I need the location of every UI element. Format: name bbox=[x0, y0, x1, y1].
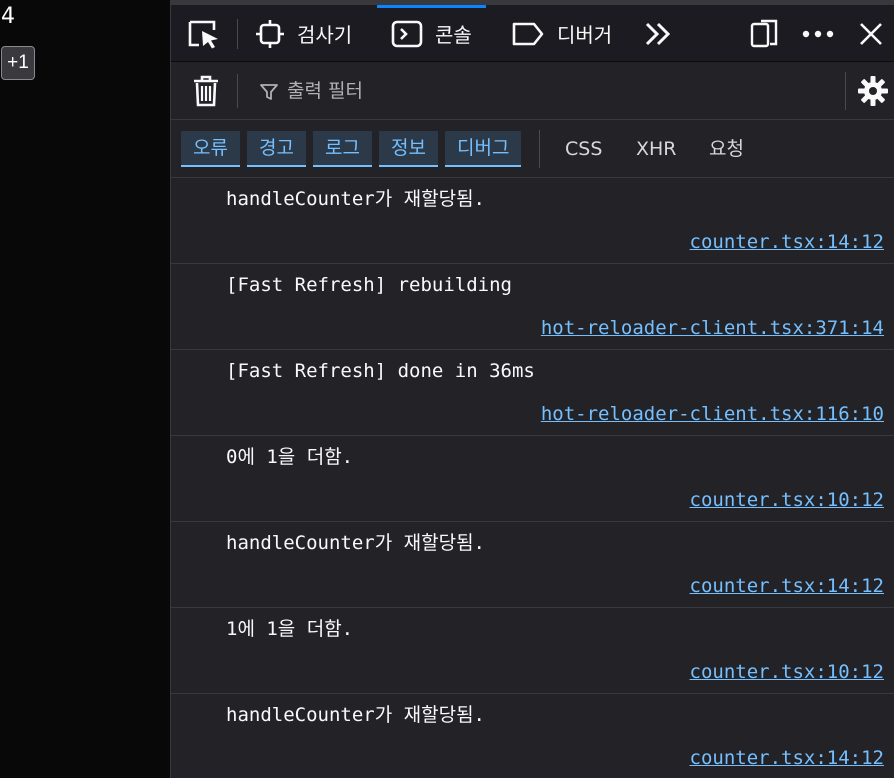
toolbar-separator bbox=[237, 19, 238, 49]
devtools-panel: 검사기 콘솔 디버거 출력 필터 오류 경고 로그 정보 디버그 CSS XHR… bbox=[170, 0, 894, 778]
log-source-link[interactable]: hot-reloader-client.tsx:371:14 bbox=[541, 315, 884, 341]
log-level-bar: 오류 경고 로그 정보 디버그 CSS XHR 요청 bbox=[171, 120, 894, 178]
filter-debug-button[interactable]: 디버그 bbox=[445, 131, 522, 167]
increment-button[interactable]: +1 bbox=[1, 46, 35, 80]
chevron-double-right-icon bbox=[645, 22, 671, 45]
log-message: handleCounter가 재할당됨. bbox=[226, 532, 485, 554]
console-output[interactable]: handleCounter가 재할당됨. counter.tsx:14:12 [… bbox=[171, 178, 894, 778]
counter-value: 4 bbox=[1, 4, 15, 29]
log-message: 0에 1을 더함. bbox=[226, 446, 354, 468]
clear-console-button[interactable] bbox=[191, 74, 221, 108]
filter-errors-button[interactable]: 오류 bbox=[181, 131, 240, 167]
log-row: [Fast Refresh] done in 36ms hot-reloader… bbox=[171, 350, 894, 436]
element-picker-icon bbox=[188, 20, 218, 48]
log-row: 1에 1을 더함. counter.tsx:10:12 bbox=[171, 608, 894, 694]
close-devtools-button[interactable] bbox=[859, 5, 883, 62]
ellipsis-icon bbox=[802, 30, 834, 37]
console-icon bbox=[391, 20, 423, 47]
inspector-icon bbox=[256, 19, 284, 48]
tab-debugger-label: 디버거 bbox=[557, 23, 613, 47]
filter-output-input[interactable] bbox=[253, 74, 813, 108]
log-message: handleCounter가 재할당됨. bbox=[226, 188, 485, 210]
responsive-design-icon bbox=[750, 19, 778, 47]
filter-css-button[interactable]: CSS bbox=[555, 131, 612, 167]
filter-requests-button[interactable]: 요청 bbox=[699, 131, 754, 167]
devtools-toolbar: 검사기 콘솔 디버거 bbox=[171, 0, 894, 62]
responsive-design-button[interactable] bbox=[749, 5, 781, 62]
tab-console[interactable]: 콘솔 bbox=[377, 5, 486, 62]
console-settings-button[interactable] bbox=[857, 75, 889, 107]
element-picker-button[interactable] bbox=[187, 5, 221, 62]
console-filter-bar bbox=[171, 62, 894, 120]
log-row: 0에 1을 더함. counter.tsx:10:12 bbox=[171, 436, 894, 522]
log-source-link[interactable]: hot-reloader-client.tsx:116:10 bbox=[541, 401, 884, 427]
debugger-icon bbox=[512, 22, 544, 45]
filter-logs-button[interactable]: 로그 bbox=[313, 131, 372, 167]
gear-icon bbox=[858, 76, 888, 106]
log-message: [Fast Refresh] done in 36ms bbox=[226, 360, 535, 382]
log-source-link[interactable]: counter.tsx:10:12 bbox=[690, 487, 884, 513]
filter-xhr-button[interactable]: XHR bbox=[626, 131, 687, 167]
tab-console-label: 콘솔 bbox=[435, 23, 472, 47]
filter-warnings-button[interactable]: 경고 bbox=[247, 131, 306, 167]
log-row: handleCounter가 재할당됨. counter.tsx:14:12 bbox=[171, 178, 894, 264]
log-source-link[interactable]: counter.tsx:14:12 bbox=[690, 229, 884, 255]
filter-info-button[interactable]: 정보 bbox=[379, 131, 438, 167]
page-panel: 4 +1 bbox=[0, 0, 170, 778]
log-message: handleCounter가 재할당됨. bbox=[226, 704, 485, 726]
log-source-link[interactable]: counter.tsx:14:12 bbox=[690, 573, 884, 599]
close-icon bbox=[860, 22, 882, 45]
tab-debugger[interactable]: 디버거 bbox=[511, 5, 612, 62]
tab-inspector-label: 검사기 bbox=[297, 23, 353, 47]
log-row: handleCounter가 재할당됨. counter.tsx:14:12 bbox=[171, 694, 894, 778]
tab-inspector[interactable]: 검사기 bbox=[255, 5, 352, 62]
level-separator bbox=[539, 130, 540, 168]
log-message: 1에 1을 더함. bbox=[226, 618, 354, 640]
more-tabs-button[interactable] bbox=[643, 5, 673, 62]
log-row: [Fast Refresh] rebuilding hot-reloader-c… bbox=[171, 264, 894, 350]
trash-icon bbox=[194, 75, 218, 107]
log-source-link[interactable]: counter.tsx:10:12 bbox=[690, 659, 884, 685]
options-menu-button[interactable] bbox=[801, 5, 835, 62]
filter-separator-right bbox=[845, 72, 846, 110]
filter-separator bbox=[237, 74, 238, 108]
log-source-link[interactable]: counter.tsx:14:12 bbox=[690, 745, 884, 771]
log-message: [Fast Refresh] rebuilding bbox=[226, 274, 512, 296]
log-row: handleCounter가 재할당됨. counter.tsx:14:12 bbox=[171, 522, 894, 608]
